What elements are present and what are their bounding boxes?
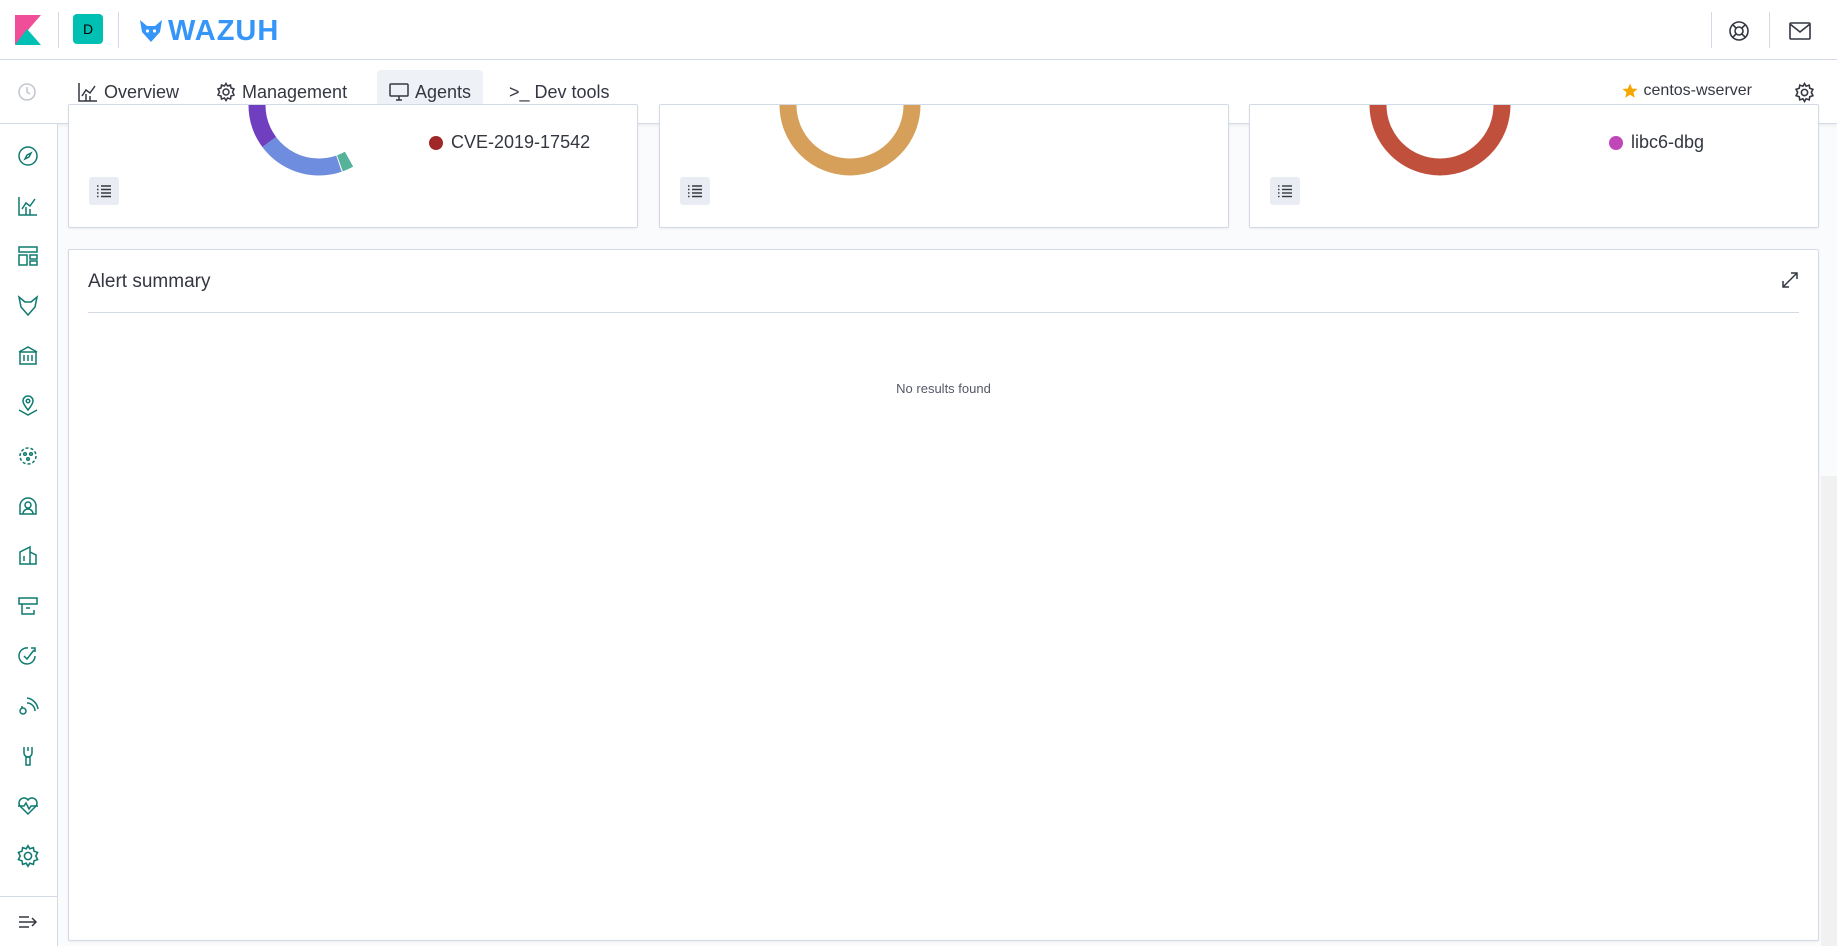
nav-dev-tools-label: >_ Dev tools	[509, 81, 610, 102]
user-shield-icon[interactable]	[16, 494, 40, 518]
legend-item[interactable]: CVE-2019-17542	[429, 132, 590, 153]
page-scrollbar[interactable]	[1821, 476, 1837, 946]
bug-icon[interactable]	[16, 444, 40, 468]
check-icon[interactable]	[16, 644, 40, 668]
settings-gear-icon[interactable]	[1794, 82, 1815, 103]
docs-icon[interactable]	[16, 544, 40, 568]
empty-message: No results found	[896, 381, 991, 396]
chart-icon[interactable]	[16, 194, 40, 218]
heartbeat-icon[interactable]	[16, 794, 40, 818]
help-icon[interactable]	[1728, 20, 1750, 42]
tool-icon[interactable]	[16, 744, 40, 768]
legend-label: CVE-2019-17542	[451, 132, 591, 152]
panel-divider	[88, 312, 1799, 313]
wazuh-wordmark: WAZUH	[168, 15, 280, 47]
donut-chart	[1369, 105, 1511, 176]
legend-item[interactable]: libc6-dbg	[1609, 132, 1704, 153]
header-divider	[1769, 12, 1770, 48]
nav-agents-label: Agents	[415, 81, 472, 102]
wazuh-logo[interactable]: WAZUH	[138, 16, 279, 46]
space-avatar[interactable]: D	[73, 14, 103, 44]
list-icon	[1278, 185, 1292, 198]
gear-icon	[216, 82, 236, 102]
map-pin-icon[interactable]	[16, 394, 40, 418]
layout-icon[interactable]	[16, 244, 40, 268]
gear-icon[interactable]	[16, 844, 40, 868]
signal-icon[interactable]	[16, 694, 40, 718]
space-initial: D	[82, 21, 94, 37]
side-rail	[0, 124, 58, 946]
legend-dot	[429, 135, 443, 150]
nav-management-label: Management	[242, 81, 348, 102]
legend-label: libc6-dbg	[1631, 132, 1705, 152]
collapse-icon[interactable]	[16, 910, 40, 934]
donut-chart	[248, 105, 390, 176]
vulnerability-chart-panel: CVE-2019-17542	[68, 104, 638, 228]
clock-icon[interactable]	[17, 82, 37, 102]
legend-dot	[1609, 135, 1623, 150]
box-icon[interactable]	[16, 594, 40, 618]
vulnerability-chart-panel: libc6-dbg	[1249, 104, 1819, 228]
header-divider	[118, 12, 119, 48]
star-icon	[1621, 83, 1638, 98]
top-header: D WAZUH	[0, 0, 1837, 60]
list-icon	[97, 185, 111, 198]
kibana-logo[interactable]	[15, 15, 41, 45]
expand-icon[interactable]	[1780, 270, 1800, 290]
list-icon	[688, 185, 702, 198]
rail-divider	[0, 896, 58, 897]
wazuh-wolf-icon[interactable]	[16, 294, 40, 318]
legend-toggle-button[interactable]	[89, 177, 119, 205]
chart-icon	[78, 83, 97, 102]
header-divider	[1711, 12, 1712, 48]
alert-summary-panel: Alert summary No results found	[68, 249, 1819, 941]
agent-selector[interactable]: centos-wserver	[1621, 82, 1752, 100]
bank-icon[interactable]	[16, 344, 40, 368]
monitor-icon	[389, 83, 409, 101]
legend-toggle-button[interactable]	[1270, 177, 1300, 205]
wazuh-wolf-icon	[140, 20, 162, 42]
header-divider	[58, 12, 59, 48]
mail-icon[interactable]	[1789, 22, 1811, 40]
nav-overview-label: Overview	[104, 81, 180, 102]
compass-icon[interactable]	[16, 144, 40, 168]
legend-toggle-button[interactable]	[680, 177, 710, 205]
agent-name: centos-wserver	[1643, 82, 1752, 99]
donut-chart	[779, 105, 921, 176]
panel-title: Alert summary	[88, 271, 211, 292]
vulnerability-chart-panel	[659, 104, 1229, 228]
